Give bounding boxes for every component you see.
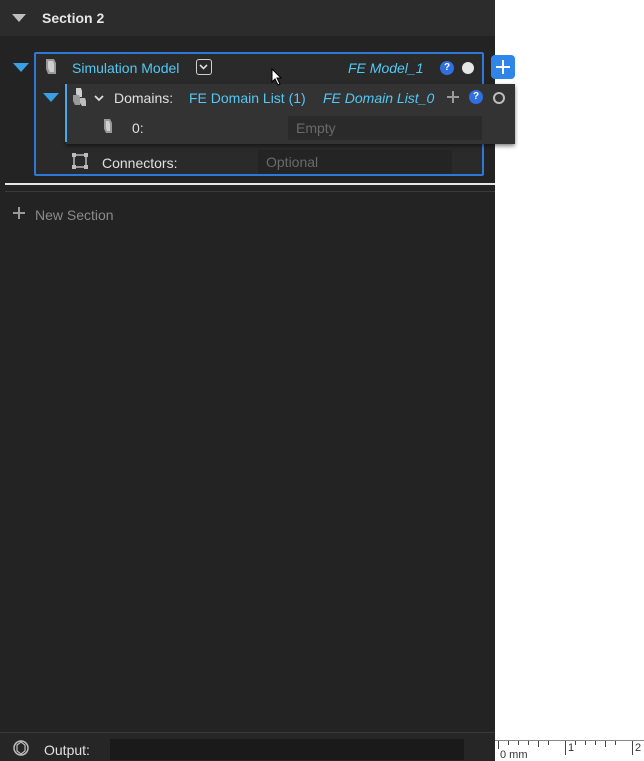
simulation-model-label: Simulation Model: [72, 60, 180, 76]
ruler-tick: [605, 741, 606, 747]
section-divider-shadow: [5, 191, 495, 192]
add-button[interactable]: [491, 55, 515, 79]
ruler-tick: [585, 741, 586, 745]
properties-panel: Section 2 Simulation Model FE Model_1 ? …: [0, 0, 515, 761]
mouse-cursor-icon: [271, 68, 283, 86]
plus-icon: [13, 207, 27, 221]
domain-item-index: 0:: [132, 120, 144, 136]
ruler-tick: [508, 741, 509, 745]
output-label: Output:: [44, 742, 90, 758]
model-icon: [46, 59, 56, 74]
ruler-label: 2: [635, 742, 642, 754]
section-header[interactable]: Section 2: [0, 0, 495, 36]
domains-status-ring-icon[interactable]: [493, 92, 505, 104]
domains-label: Domains:: [114, 90, 174, 106]
expand-model-arrow-icon[interactable]: [13, 63, 29, 72]
ruler-tick: [565, 741, 566, 755]
domains-help-icon[interactable]: ?: [469, 90, 483, 104]
simulation-model-value[interactable]: FE Model_1: [348, 60, 423, 76]
ruler-tick: [528, 741, 529, 745]
connectors-field[interactable]: Optional: [258, 150, 452, 174]
openai-logo-icon[interactable]: [12, 739, 30, 757]
domains-value[interactable]: FE Domain List_0: [323, 90, 434, 106]
new-section-label: New Section: [35, 207, 114, 223]
connectors-label: Connectors:: [102, 155, 178, 171]
domain-item-field[interactable]: Empty: [288, 116, 482, 140]
connectors-icon: [72, 153, 88, 169]
expand-domains-arrow-icon[interactable]: [43, 93, 59, 102]
section-divider: [5, 183, 495, 185]
chevron-down-icon[interactable]: [93, 92, 105, 104]
new-section-button[interactable]: New Section: [10, 203, 140, 225]
ruler-tick: [615, 741, 616, 745]
ruler-label: 0 mm: [500, 749, 528, 761]
model-dropdown-button[interactable]: [196, 59, 212, 75]
collapse-arrow-icon[interactable]: [12, 14, 26, 22]
model-status-dot-icon[interactable]: [462, 62, 474, 74]
add-domain-plus-icon[interactable]: [447, 91, 459, 103]
domains-type: FE Domain List (1): [189, 90, 306, 106]
ruler-tick: [538, 741, 539, 747]
ruler-tick: [595, 741, 596, 745]
ruler-tick: [575, 741, 576, 745]
chevron-down-icon: [199, 64, 208, 70]
ruler: 0 mm 1 2: [495, 740, 644, 761]
tree-line: [65, 84, 67, 142]
ruler-tick: [632, 741, 633, 755]
model-help-icon[interactable]: ?: [440, 61, 454, 75]
ruler-tick: [548, 741, 549, 745]
ruler-tick: [518, 741, 519, 745]
section-title: Section 2: [42, 10, 105, 26]
ruler-label: 1: [568, 742, 575, 754]
domain-item-icon: [104, 119, 112, 133]
domain-list-icon: [73, 88, 86, 106]
output-field[interactable]: [110, 739, 464, 760]
ruler-tick: [498, 741, 499, 749]
